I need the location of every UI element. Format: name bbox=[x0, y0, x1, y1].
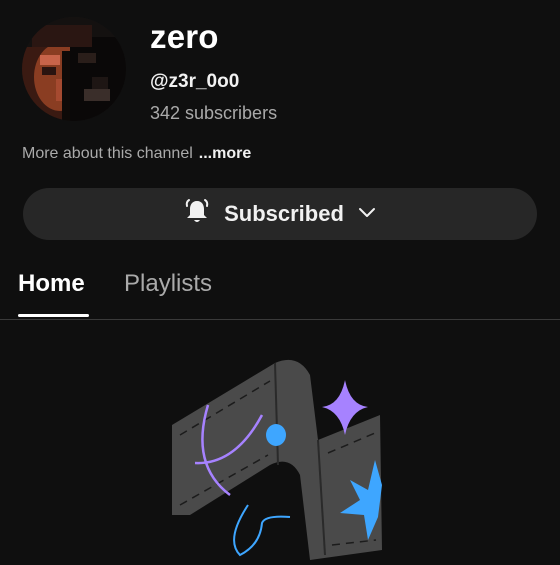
subscribed-label: Subscribed bbox=[224, 201, 344, 226]
about-more-link[interactable]: ...more bbox=[199, 145, 251, 162]
subscriber-count: 342 subscribers bbox=[150, 103, 278, 123]
tab-home[interactable]: Home bbox=[18, 270, 85, 298]
empty-state-illustration bbox=[150, 345, 410, 560]
channel-handle: @z3r_0o0 bbox=[150, 71, 240, 92]
active-tab-indicator bbox=[18, 314, 89, 317]
subscribed-button[interactable]: Subscribed bbox=[23, 188, 537, 240]
about-text: More about this channel bbox=[22, 145, 193, 162]
channel-tabs: Home Playlists bbox=[0, 262, 560, 320]
avatar-image bbox=[22, 17, 126, 121]
bell-icon bbox=[182, 197, 212, 232]
tab-playlists[interactable]: Playlists bbox=[124, 270, 212, 298]
channel-about[interactable]: More about this channel ...more bbox=[22, 145, 251, 163]
chevron-down-icon bbox=[356, 201, 378, 228]
channel-avatar[interactable] bbox=[22, 17, 126, 121]
channel-name: zero bbox=[150, 18, 219, 55]
